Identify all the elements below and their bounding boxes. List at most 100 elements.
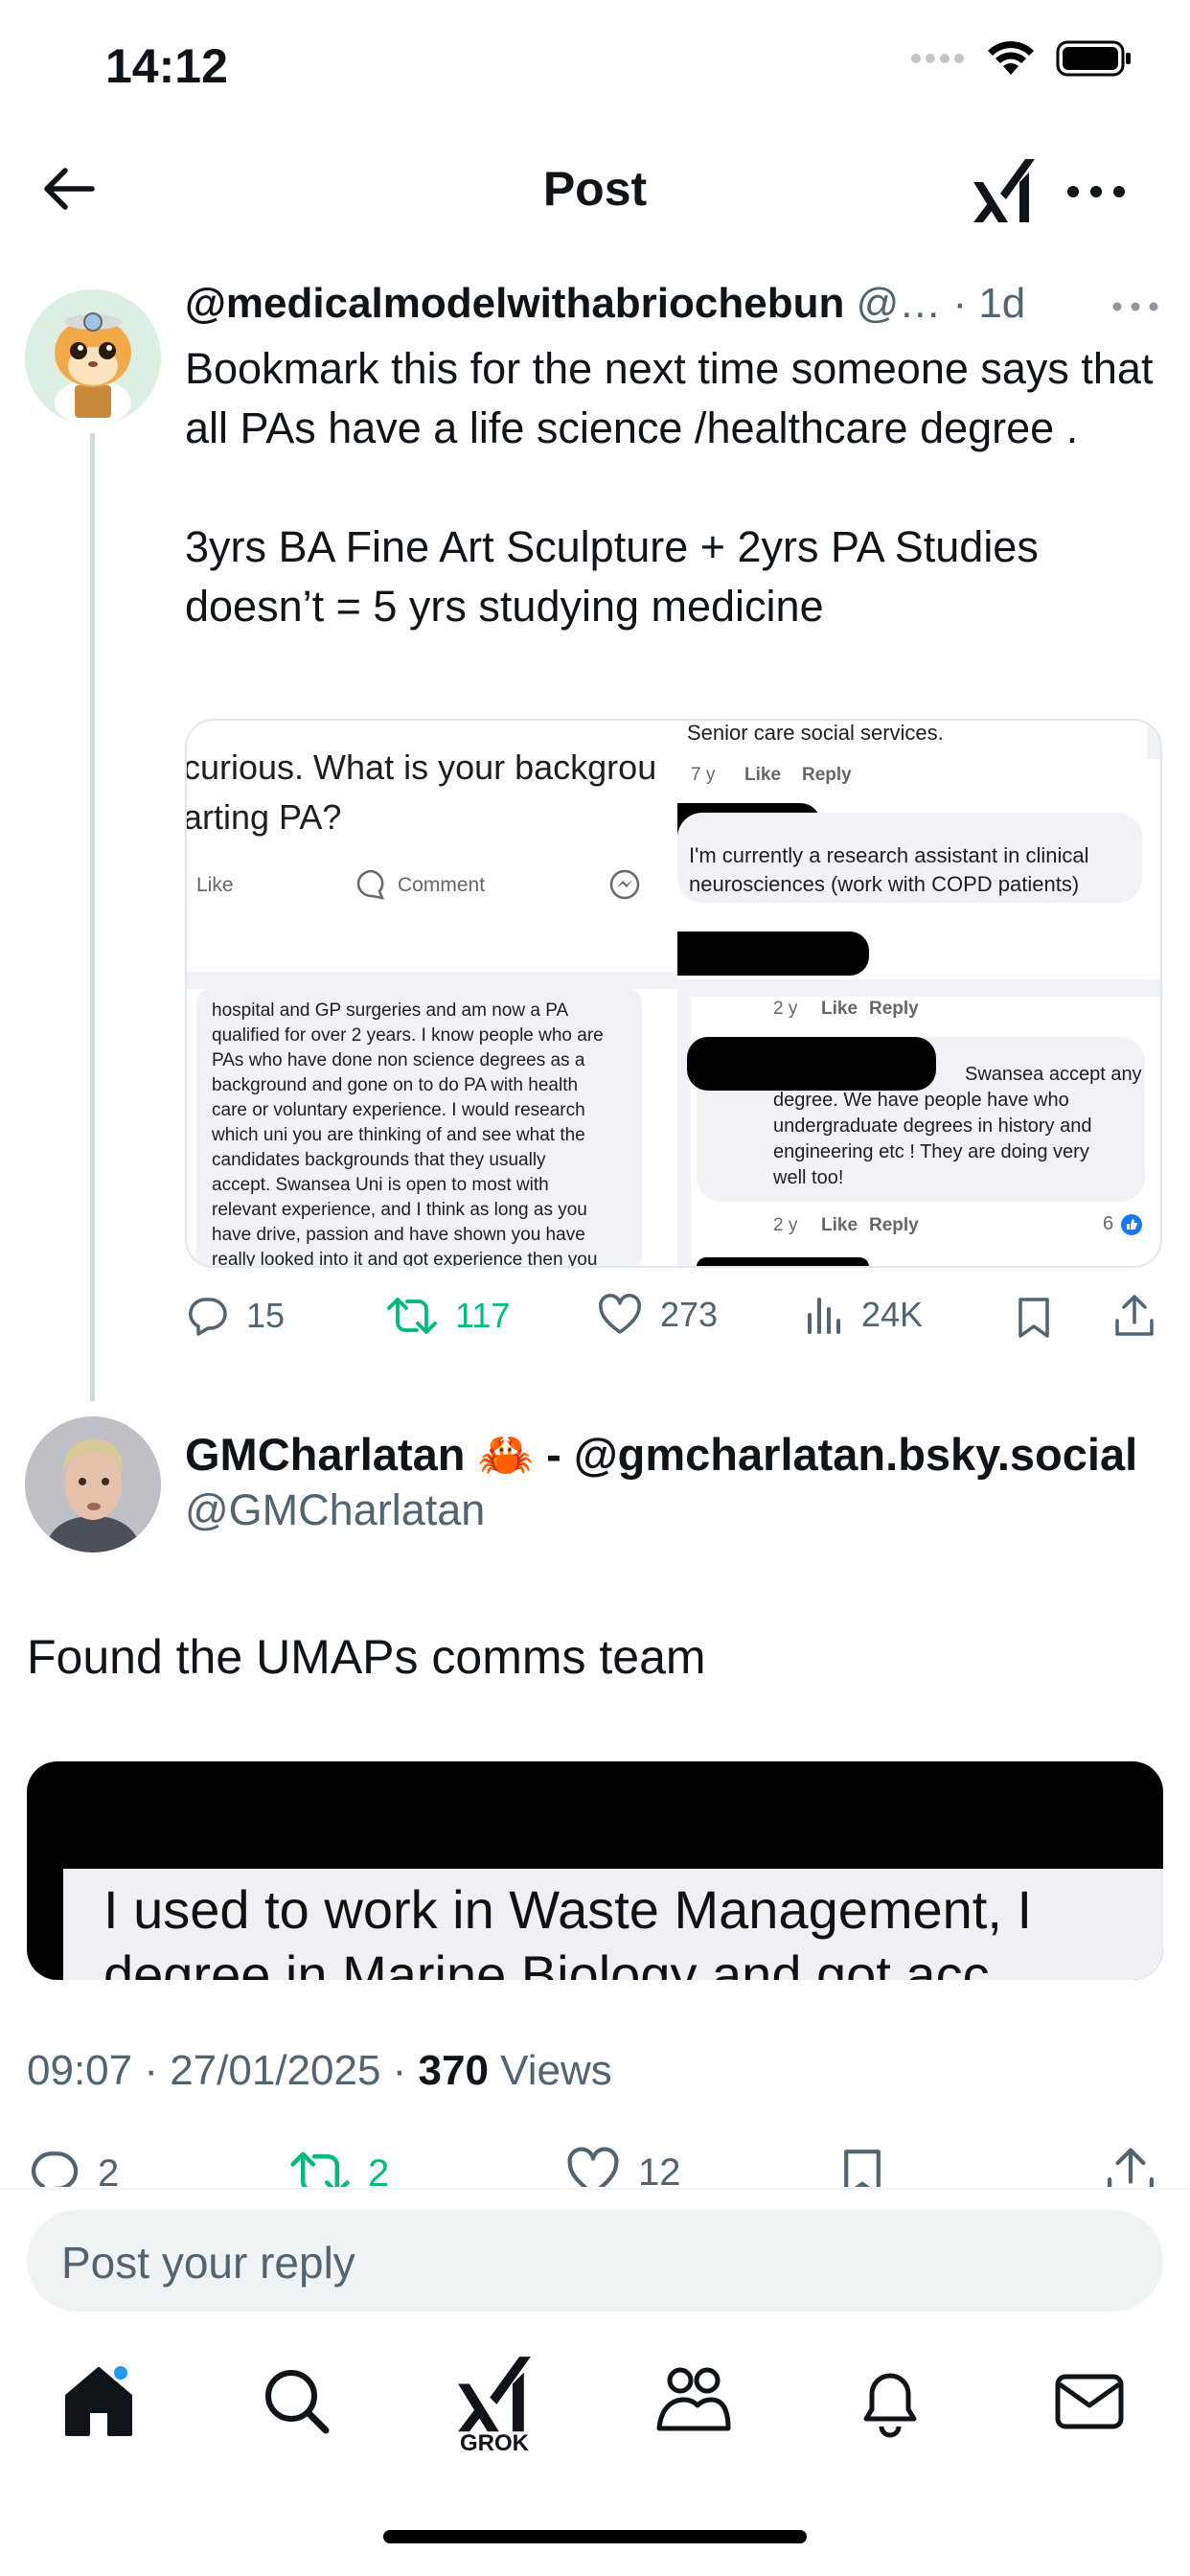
post-meta: @… · 1d xyxy=(844,280,1026,327)
media-reply-right3: Reply xyxy=(869,1215,919,1235)
like-icon xyxy=(599,1294,641,1334)
grok-tab-label: GROK xyxy=(460,2430,529,2456)
views-number: 370 xyxy=(418,2047,489,2094)
display-name[interactable]: GMCharlatan 🦀 - @gmcharlatan.bsky.social xyxy=(185,1428,1137,1482)
avatar[interactable] xyxy=(25,289,161,426)
reply-icon xyxy=(31,2151,79,2187)
media-comment-body-line: PAs who have done non science degrees as… xyxy=(212,1050,585,1070)
reply-count: 15 xyxy=(246,1296,286,1335)
media-age: 7 y xyxy=(691,765,716,785)
media-reply-right: Reply xyxy=(802,765,852,785)
media-age3: 2 y xyxy=(773,1215,798,1235)
post-text: Bookmark this for the next time someone … xyxy=(185,339,1162,636)
status-icons xyxy=(910,40,1133,77)
media-comment-body-line: have drive, passion and have shown you h… xyxy=(212,1225,585,1245)
repost-icon xyxy=(387,1298,437,1334)
media-text-2: degree in Marine Biology and got acc xyxy=(103,1944,990,1980)
media-like-right: Like xyxy=(744,765,782,785)
redaction xyxy=(677,932,869,976)
grok-icon[interactable] xyxy=(970,153,1039,226)
reply-icon xyxy=(189,1298,227,1336)
like-count: 12 xyxy=(638,2150,681,2188)
more-icon[interactable] xyxy=(1065,182,1127,201)
media-comment: Comment xyxy=(398,874,486,896)
media-comment-body-line: really looked into it and got experience… xyxy=(212,1250,598,1268)
messages-icon[interactable] xyxy=(1046,2358,1133,2444)
divider xyxy=(0,2188,1190,2190)
media-comment-3-line: well too! xyxy=(773,1167,844,1188)
bottom-tab-bar: GROK xyxy=(0,2338,1190,2482)
post-text-para2: 3yrs BA Fine Art Sculpture + 2yrs PA Stu… xyxy=(185,522,1039,631)
media-comment-body-line: relevant experience, and I think as long… xyxy=(212,1200,587,1220)
user-avatar-image xyxy=(25,1416,161,1552)
quoted-media-image[interactable]: I used to work in Waste Management, I de… xyxy=(27,1761,1163,1980)
post-time: 09:07 · 27/01/2025 · xyxy=(27,2047,419,2094)
media-reply-right2: Reply xyxy=(869,999,919,1019)
media-comment-body-line: background and gone on to do PA with hea… xyxy=(212,1075,579,1095)
views-label: Views xyxy=(488,2047,612,2094)
views-button[interactable]: 24K xyxy=(806,1294,923,1336)
post-actions: 2 2 12 xyxy=(0,2137,1190,2187)
views-icon xyxy=(808,1298,840,1334)
repost-button[interactable]: 2 xyxy=(289,2147,389,2187)
media-comment-body-line: hospital and GP surgeries and am now a P… xyxy=(212,1000,569,1021)
share-icon[interactable] xyxy=(1104,2147,1157,2187)
media-comment-body-line: which uni you are thinking of and see wh… xyxy=(212,1125,585,1145)
media-comment-body-line: accept. Swansea Uni is open to most with xyxy=(212,1175,549,1195)
media-reaction-count: 6 xyxy=(1103,1213,1114,1234)
media-comment-3-line: Swansea accept any xyxy=(965,1064,1142,1085)
media-comment-body: hospital and GP surgeries and am now a P… xyxy=(212,999,604,1268)
media-comment-body-line: care or voluntary experience. I would re… xyxy=(212,1100,585,1120)
post-timestamp: 09:07 · 27/01/2025 · 370 Views xyxy=(27,2047,612,2095)
post-media-image[interactable]: curious. What is your backgrou arting PA… xyxy=(185,719,1162,1268)
media-comment-3-line: undergraduate degrees in history and xyxy=(773,1116,1092,1137)
notifications-icon[interactable] xyxy=(847,2358,933,2444)
views-count: 24K xyxy=(861,1295,924,1334)
post-actions: 15 117 273 24K xyxy=(185,1294,1162,1342)
media-comment-body-line: candidates backgrounds that they usually xyxy=(212,1150,546,1170)
status-time: 14:12 xyxy=(105,39,228,93)
bookmark-icon[interactable] xyxy=(1015,1296,1053,1340)
comment-bubble-icon xyxy=(356,869,385,900)
repost-button[interactable]: 117 xyxy=(386,1294,510,1338)
redaction xyxy=(697,1257,869,1266)
display-name[interactable]: @medicalmodelwithabriochebun xyxy=(185,280,844,327)
user-handle[interactable]: @GMCharlatan xyxy=(185,1485,485,1535)
media-like-right2: Like xyxy=(821,999,858,1019)
bookmark-icon[interactable] xyxy=(839,2147,885,2187)
reply-input[interactable]: Post your reply xyxy=(27,2210,1163,2312)
media-comment-body-line: qualified for over 2 years. I know peopl… xyxy=(212,1025,604,1046)
facebook-like-icon xyxy=(1121,1214,1142,1235)
search-icon[interactable] xyxy=(253,2358,339,2444)
reply-count: 2 xyxy=(98,2151,120,2188)
post-header: @medicalmodelwithabriochebun @… · 1d xyxy=(185,280,1143,328)
share-icon[interactable] xyxy=(1112,1294,1156,1338)
post-text-para1: Bookmark this for the next time someone … xyxy=(185,344,1154,452)
like-button[interactable]: 273 xyxy=(597,1294,718,1336)
repost-count: 2 xyxy=(368,2151,390,2188)
thread-line xyxy=(90,433,95,1401)
media-text: I used to work in Waste Management, I xyxy=(103,1879,1033,1940)
media-question: curious. What is your backgrou xyxy=(185,748,657,787)
reply-button[interactable]: 15 xyxy=(185,1294,285,1338)
media-comment-2a: I'm currently a research assistant in cl… xyxy=(689,843,1089,867)
battery-icon xyxy=(1056,40,1131,77)
media-comment-3-line: degree. We have people have who xyxy=(773,1090,1069,1111)
media-like-right3: Like xyxy=(821,1215,858,1235)
reply-placeholder: Post your reply xyxy=(61,2238,355,2288)
communities-icon[interactable] xyxy=(650,2358,736,2444)
media-comment-3-line: engineering etc ! They are doing very xyxy=(773,1141,1089,1162)
avatar[interactable] xyxy=(25,1416,161,1552)
post-text: Found the UMAPs comms team xyxy=(27,1630,706,1684)
post-more-icon[interactable] xyxy=(1111,299,1159,314)
media-comment-2b: neurosciences (work with COPD patients) xyxy=(689,872,1080,896)
reply-button[interactable]: 2 xyxy=(27,2147,119,2187)
wifi-icon xyxy=(988,41,1034,75)
like-count: 273 xyxy=(660,1295,719,1334)
like-button[interactable]: 12 xyxy=(565,2147,681,2187)
screenshot-left: curious. What is your backgrou arting PA… xyxy=(185,721,677,1268)
home-notification-dot xyxy=(111,2363,130,2382)
media-age2: 2 y xyxy=(773,999,798,1019)
grok-tab-icon[interactable] xyxy=(452,2350,537,2436)
media-comment-3: Swansea accept any degree. We have people… xyxy=(773,1062,1142,1191)
